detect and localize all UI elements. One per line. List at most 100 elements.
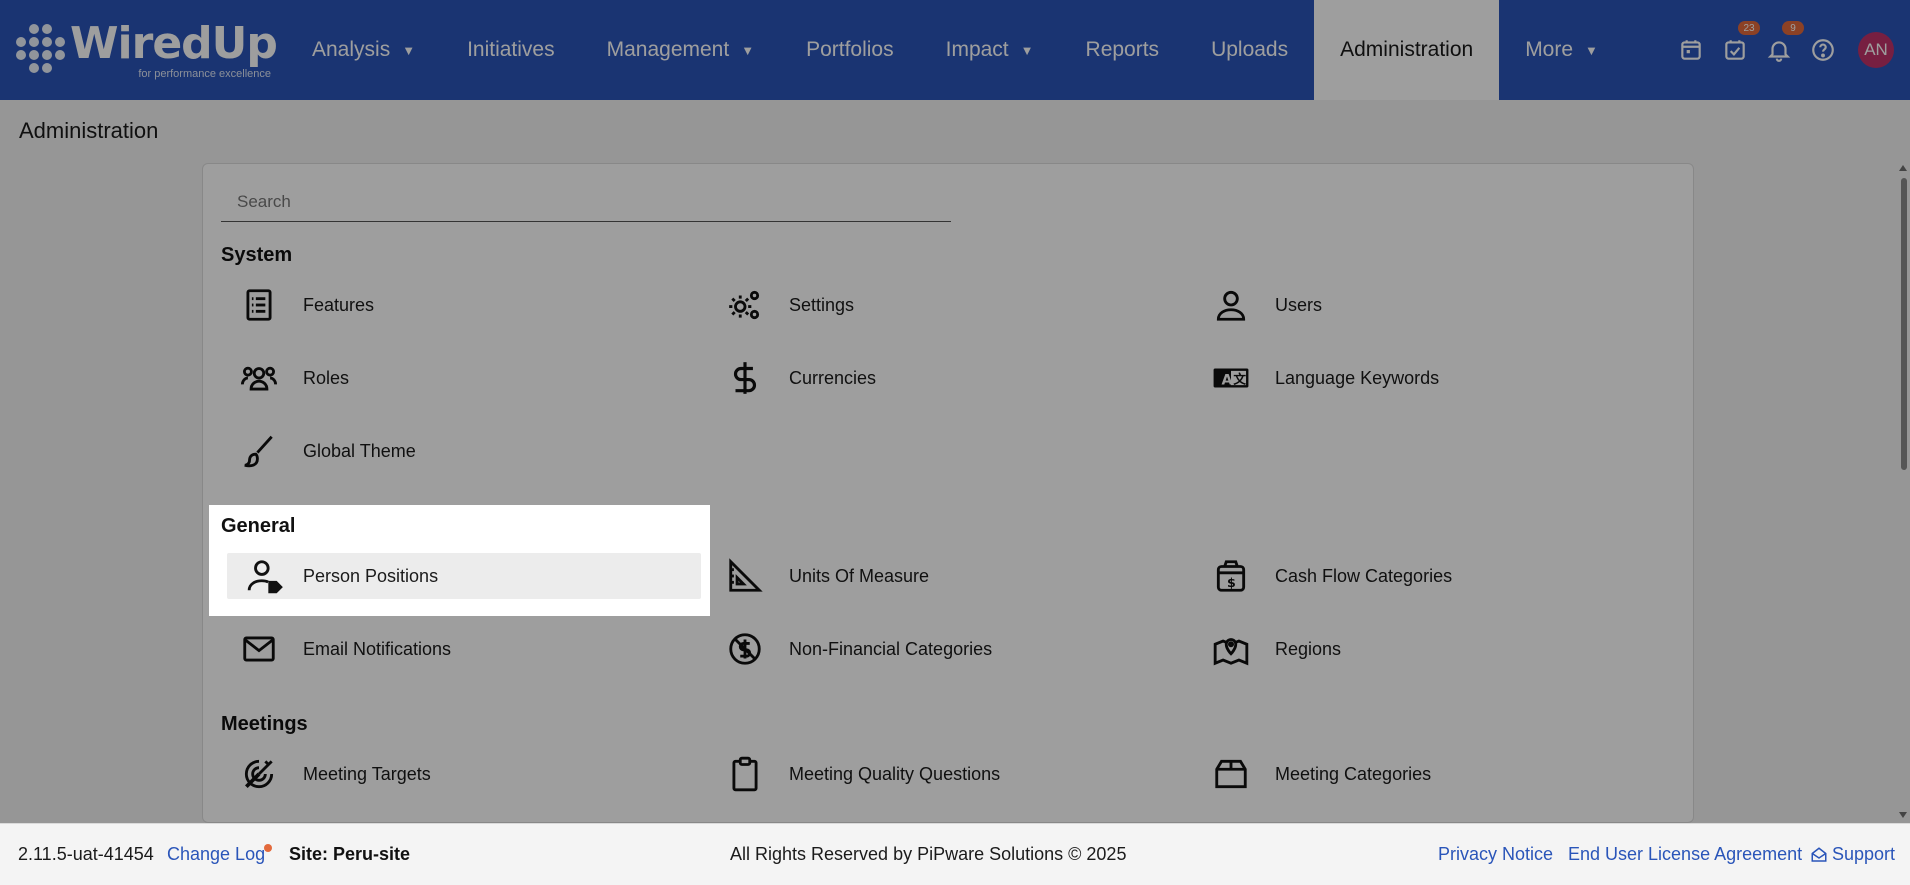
nav-label: Initiatives <box>467 38 555 61</box>
copyright-text: All Rights Reserved by PiPware Solutions… <box>730 844 1127 864</box>
user-tag-icon <box>227 557 303 595</box>
box-icon <box>1187 755 1275 793</box>
admin-item-label: Regions <box>1275 638 1342 659</box>
section-title-system: System <box>221 244 293 266</box>
nav-label: Management <box>606 38 730 61</box>
support-envelope-icon <box>1811 846 1827 862</box>
support-link[interactable]: Support <box>1810 844 1895 865</box>
admin-item-regions[interactable]: Regions <box>1187 626 1661 672</box>
gears-icon <box>701 286 789 324</box>
section-title-general: General <box>221 515 296 537</box>
main-nav: Analysis ▼ Initiatives Management ▼ Portfo… <box>286 0 1624 100</box>
bell-icon[interactable]: 9 <box>1764 21 1804 65</box>
no-dollar-icon <box>701 630 789 668</box>
paintbrush-icon <box>215 432 303 470</box>
eula-link[interactable]: End User License Agreement <box>1568 844 1802 865</box>
cash-box-icon: $ <box>1187 557 1275 595</box>
caret-down-icon: ▼ <box>1020 42 1034 58</box>
admin-item-cash-flow-categories[interactable]: $ Cash Flow Categories <box>1187 553 1661 599</box>
tasks-badge: 23 <box>1738 21 1760 35</box>
nav-actions: 23 9 AN <box>1676 0 1894 100</box>
admin-item-features[interactable]: Features <box>215 282 689 328</box>
admin-item-person-positions[interactable]: Person Positions <box>227 553 701 599</box>
admin-item-roles[interactable]: Roles <box>215 355 689 401</box>
admin-item-meeting-quality-questions[interactable]: Meeting Quality Questions <box>701 751 1175 797</box>
admin-item-settings[interactable]: Settings <box>701 282 1175 328</box>
nav-label: Reports <box>1085 38 1160 61</box>
tasks-check-icon[interactable]: 23 <box>1720 21 1760 65</box>
admin-item-meeting-targets[interactable]: Meeting Targets <box>215 751 689 797</box>
scroll-down-arrow-icon[interactable] <box>1899 812 1907 818</box>
nav-label: Analysis <box>312 38 391 61</box>
clipboard-icon <box>701 755 789 793</box>
footer: 2.11.5-uat-41454 Change Log Site: Peru-s… <box>0 823 1910 885</box>
checklist-icon <box>215 286 303 324</box>
caret-down-icon: ▼ <box>741 42 755 58</box>
scroll-up-arrow-icon[interactable] <box>1899 165 1907 171</box>
admin-item-meeting-categories[interactable]: Meeting Categories <box>1187 751 1661 797</box>
nav-label: More <box>1525 38 1574 61</box>
nav-management[interactable]: Management ▼ <box>581 0 780 100</box>
admin-item-label: Non-Financial Categories <box>789 638 993 659</box>
user-icon <box>1187 286 1275 324</box>
app-version: 2.11.5-uat-41454 <box>18 844 154 864</box>
svg-text:文: 文 <box>1233 372 1246 387</box>
nav-analysis[interactable]: Analysis ▼ <box>286 0 441 100</box>
scrollbar-thumb[interactable] <box>1901 178 1907 470</box>
user-avatar[interactable]: AN <box>1858 32 1894 68</box>
change-log-link[interactable]: Change Log <box>167 844 265 865</box>
admin-item-global-theme[interactable]: Global Theme <box>215 428 689 474</box>
target-arrow-icon <box>215 755 303 793</box>
admin-item-currencies[interactable]: Currencies <box>701 355 1175 401</box>
admin-item-label: Currencies <box>789 367 877 388</box>
svg-text:$: $ <box>1227 575 1236 590</box>
admin-item-label: Meeting Targets <box>303 763 431 784</box>
admin-item-users[interactable]: Users <box>1187 282 1661 328</box>
section-title-meetings: Meetings <box>221 713 308 735</box>
nav-label: Administration <box>1340 38 1474 61</box>
admin-item-label: Person Positions <box>303 565 439 586</box>
privacy-notice-link[interactable]: Privacy Notice <box>1438 844 1553 865</box>
users-group-icon <box>215 359 303 397</box>
admin-item-label: Units Of Measure <box>789 565 930 586</box>
nav-label: Uploads <box>1211 38 1289 61</box>
caret-down-icon: ▼ <box>1585 42 1598 58</box>
support-label: Support <box>1832 844 1896 864</box>
nav-portfolios[interactable]: Portfolios <box>780 0 920 100</box>
map-pin-icon <box>1187 630 1275 668</box>
ruler-triangle-icon <box>701 557 789 595</box>
search-input[interactable] <box>221 182 951 222</box>
admin-item-label: Settings <box>789 294 855 315</box>
logo-dots-icon <box>16 24 65 73</box>
admin-item-label: Email Notifications <box>303 638 452 659</box>
admin-item-non-financial-categories[interactable]: Non-Financial Categories <box>701 626 1175 672</box>
admin-item-language-keywords[interactable]: A文 Language Keywords <box>1187 355 1661 401</box>
page-title: Administration <box>19 118 159 143</box>
help-icon[interactable] <box>1808 35 1838 65</box>
logo-tagline: for performance excellence <box>138 68 271 80</box>
admin-item-label: Features <box>303 294 375 315</box>
nav-uploads[interactable]: Uploads <box>1185 0 1314 100</box>
svg-text:A: A <box>1222 372 1233 388</box>
site-label: Site: Peru-site <box>289 844 411 864</box>
overlay-dim-left <box>0 505 209 616</box>
admin-item-label: Meeting Quality Questions <box>789 763 1001 784</box>
caret-down-icon: ▼ <box>402 42 416 58</box>
nav-administration[interactable]: Administration <box>1314 0 1500 100</box>
nav-label: Impact <box>945 38 1009 61</box>
admin-item-email-notifications[interactable]: Email Notifications <box>215 626 689 672</box>
admin-item-label: Meeting Categories <box>1275 763 1432 784</box>
admin-card: System Features Settings Users Roles Cur… <box>202 163 1694 823</box>
admin-item-label: Users <box>1275 294 1323 315</box>
admin-item-label: Cash Flow Categories <box>1275 565 1453 586</box>
nav-impact[interactable]: Impact ▼ <box>920 0 1060 100</box>
translate-icon: A文 <box>1187 359 1275 397</box>
calendar-icon[interactable] <box>1676 35 1706 65</box>
nav-more[interactable]: More ▼ <box>1499 0 1624 100</box>
app-logo[interactable]: WiredUp for performance excellence <box>16 18 278 84</box>
logo-wordmark: WiredUp <box>70 18 278 69</box>
nav-label: Portfolios <box>806 38 894 61</box>
nav-initiatives[interactable]: Initiatives <box>441 0 581 100</box>
admin-item-units-of-measure[interactable]: Units Of Measure <box>701 553 1175 599</box>
nav-reports[interactable]: Reports <box>1060 0 1186 100</box>
